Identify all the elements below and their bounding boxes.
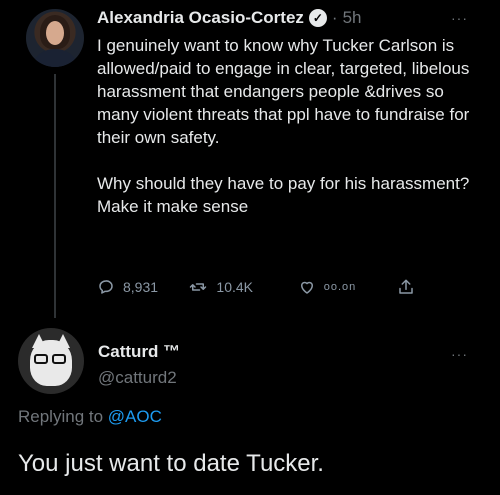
- replying-to-mention[interactable]: @AOC: [108, 407, 162, 426]
- reply-icon: [99, 280, 113, 294]
- aoc-avatar[interactable]: [26, 9, 84, 67]
- tweet-paragraph-1: I genuinely want to know why Tucker Carl…: [97, 36, 470, 147]
- reply-author-handle[interactable]: @catturd2: [98, 368, 177, 388]
- tweet-body: I genuinely want to know why Tucker Carl…: [97, 34, 482, 218]
- reply-body: You just want to date Tucker.: [18, 450, 324, 477]
- verified-badge-icon: ✓: [308, 9, 327, 27]
- heart-icon: [300, 281, 313, 294]
- avatar-glasses: [34, 354, 68, 364]
- like-count-partial: oo.on: [323, 280, 357, 293]
- more-options-icon[interactable]: ···: [451, 10, 468, 26]
- avatar-body: [34, 49, 76, 67]
- catturd-avatar[interactable]: [18, 328, 84, 394]
- avatar-face: [46, 21, 64, 45]
- retweet-button[interactable]: 10.4K: [188, 278, 297, 296]
- reply-button[interactable]: 8,931: [97, 278, 188, 296]
- retweet-icon: [190, 283, 207, 291]
- share-icon: [399, 279, 413, 294]
- reply-tweet[interactable]: Catturd ™ @catturd2 ··· Replying to @AOC…: [0, 318, 500, 495]
- replying-to-line: Replying to @AOC: [18, 407, 162, 427]
- replying-prefix: Replying to: [18, 407, 104, 426]
- retweet-count: 10.4K: [216, 279, 254, 295]
- reply-count: 8,931: [123, 279, 159, 295]
- tweet-header: Alexandria Ocasio-Cortez ✓ · 5h: [97, 6, 362, 30]
- dot-separator: ·: [331, 8, 338, 27]
- tweet-actions: 8,931 10.4K oo.on: [97, 274, 417, 300]
- reply-more-options-icon[interactable]: ···: [451, 346, 468, 362]
- original-tweet[interactable]: Alexandria Ocasio-Cortez ✓ · 5h ··· I ge…: [0, 0, 500, 318]
- tweet-paragraph-2: Why should they have to pay for his hara…: [97, 174, 470, 216]
- like-button[interactable]: oo.on: [298, 278, 397, 296]
- tweet-time[interactable]: 5h: [343, 8, 362, 28]
- author-name[interactable]: Alexandria Ocasio-Cortez: [97, 8, 304, 28]
- reply-author-name[interactable]: Catturd ™: [98, 342, 180, 362]
- share-button[interactable]: [397, 278, 417, 296]
- thread-line: [54, 74, 56, 318]
